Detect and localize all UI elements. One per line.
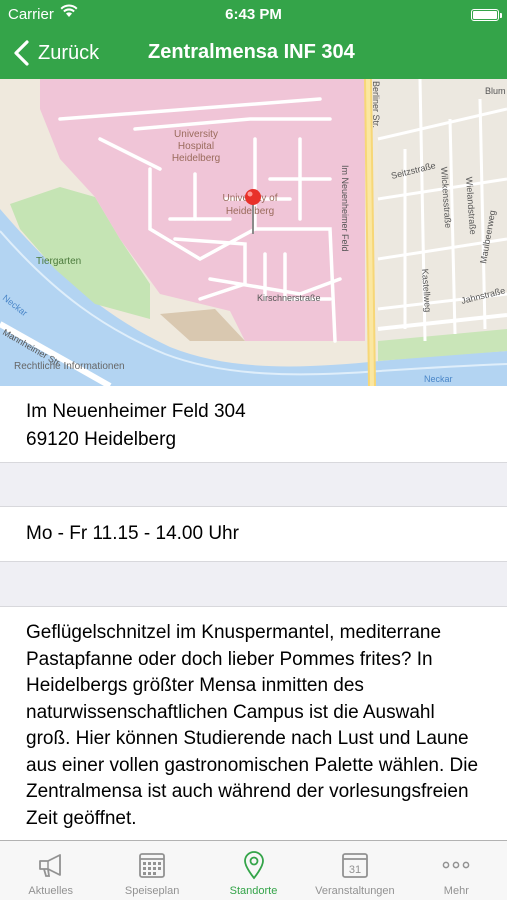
back-button-label: Zurück <box>38 41 100 64</box>
calendar-31-icon: 31 <box>342 853 368 878</box>
map-label-tiergarten: Tiergarten <box>36 256 81 267</box>
chevron-left-icon <box>14 40 29 66</box>
tab-label: Mehr <box>443 885 469 897</box>
top-bar: Carrier 6:43 PM Zurück Zentralmensa INF … <box>0 0 507 79</box>
tab-mehr[interactable]: Mehr <box>406 841 507 900</box>
map-label-hospital-3: Heidelberg <box>172 153 220 164</box>
tab-label: Speiseplan <box>124 885 180 897</box>
navigation-bar: Zurück Zentralmensa INF 304 <box>0 28 507 79</box>
status-time: 6:43 PM <box>225 6 282 23</box>
megaphone-icon <box>38 854 61 877</box>
map-label-berliner: Berliner Str. <box>371 81 381 128</box>
map-label-university-2: Heidelberg <box>226 206 274 217</box>
more-dots-icon <box>442 861 470 869</box>
tab-bar: Aktuelles Speiseplan Standorte 31 Verans… <box>0 840 507 900</box>
section-separator <box>0 462 507 507</box>
location-map[interactable]: University Hospital Heidelberg Universit… <box>0 79 507 386</box>
map-label-hospital-2: Hospital <box>178 141 214 152</box>
address-line-street: Im Neuenheimer Feld 304 <box>26 401 246 422</box>
opening-hours-cell: Mo - Fr 11.15 - 14.00 Uhr <box>0 507 507 561</box>
tab-label: Standorte <box>229 885 278 897</box>
map-label-im-neuenheimer: Im Neuenheimer Feld <box>340 165 350 252</box>
tab-standorte[interactable]: Standorte <box>203 841 304 900</box>
map-label-neckar-right: Neckar <box>424 374 453 384</box>
screen: Carrier 6:43 PM Zurück Zentralmensa INF … <box>0 0 507 900</box>
battery-icon <box>471 9 502 21</box>
tab-aktuelles[interactable]: Aktuelles <box>0 841 101 900</box>
description-text: Geflügelschnitzel im Knuspermantel, medi… <box>0 607 507 842</box>
map-label-hospital-1: University <box>174 129 218 140</box>
status-bar: Carrier 6:43 PM <box>0 0 507 28</box>
map-label-blum: Blum <box>485 86 506 96</box>
calendar-day-number: 31 <box>349 864 361 876</box>
section-separator <box>0 561 507 607</box>
map-label-kirschner: Kirschnerstraße <box>257 293 321 303</box>
tab-veranstaltungen[interactable]: 31 Veranstaltungen <box>304 841 405 900</box>
calendar-grid-icon <box>139 853 166 878</box>
page-title: Zentralmensa INF 304 <box>148 41 355 63</box>
map-legal-link[interactable]: Rechtliche Informationen <box>14 361 125 372</box>
location-pin-icon <box>243 851 264 880</box>
address-cell: Im Neuenheimer Feld 304 69120 Heidelberg <box>0 386 507 462</box>
back-button[interactable]: Zurück <box>12 36 99 70</box>
address-line-city: 69120 Heidelberg <box>26 429 177 450</box>
tab-speiseplan[interactable]: Speiseplan <box>101 841 202 900</box>
tab-label: Aktuelles <box>28 885 74 897</box>
tab-label: Veranstaltungen <box>315 885 395 897</box>
